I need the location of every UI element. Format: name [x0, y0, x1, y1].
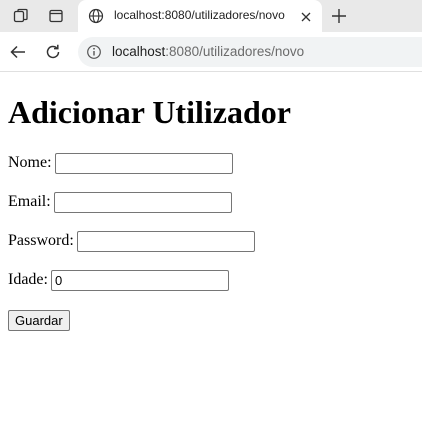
- browser-toolbar: localhost:8080/utilizadores/novo: [0, 32, 422, 72]
- tab-strip: localhost:8080/utilizadores/novo: [0, 0, 422, 32]
- url-host: localhost: [112, 44, 166, 59]
- active-tab[interactable]: localhost:8080/utilizadores/novo: [78, 0, 322, 32]
- name-row: Nome:: [8, 152, 233, 174]
- name-label: Nome:: [8, 154, 52, 171]
- email-label: Email:: [8, 193, 51, 210]
- email-field[interactable]: [53, 191, 232, 213]
- address-bar[interactable]: localhost:8080/utilizadores/novo: [78, 37, 422, 67]
- plus-icon[interactable]: [330, 7, 348, 25]
- password-row: Password:: [8, 230, 255, 252]
- age-field[interactable]: [50, 269, 229, 291]
- page-content: Adicionar Utilizador Nome: Email: Passwo…: [0, 72, 422, 445]
- tab-title: localhost:8080/utilizadores/novo: [114, 8, 285, 22]
- age-row: Idade:: [8, 269, 229, 291]
- save-button[interactable]: Guardar: [8, 310, 70, 331]
- tab-actions-icon[interactable]: [46, 6, 66, 26]
- email-row: Email:: [8, 191, 232, 213]
- password-label: Password:: [8, 232, 74, 249]
- age-label: Idade:: [8, 271, 48, 288]
- info-icon[interactable]: [86, 44, 102, 60]
- reload-icon[interactable]: [43, 42, 63, 62]
- page-title: Adicionar Utilizador: [8, 94, 291, 130]
- name-field[interactable]: [54, 152, 233, 174]
- back-arrow-icon[interactable]: [8, 42, 28, 62]
- url-text: localhost:8080/utilizadores/novo: [112, 44, 304, 59]
- url-path: :8080/utilizadores/novo: [165, 44, 305, 59]
- password-field[interactable]: [76, 230, 255, 252]
- close-icon[interactable]: [300, 10, 312, 22]
- globe-icon: [88, 8, 104, 24]
- workspaces-icon[interactable]: [11, 6, 31, 26]
